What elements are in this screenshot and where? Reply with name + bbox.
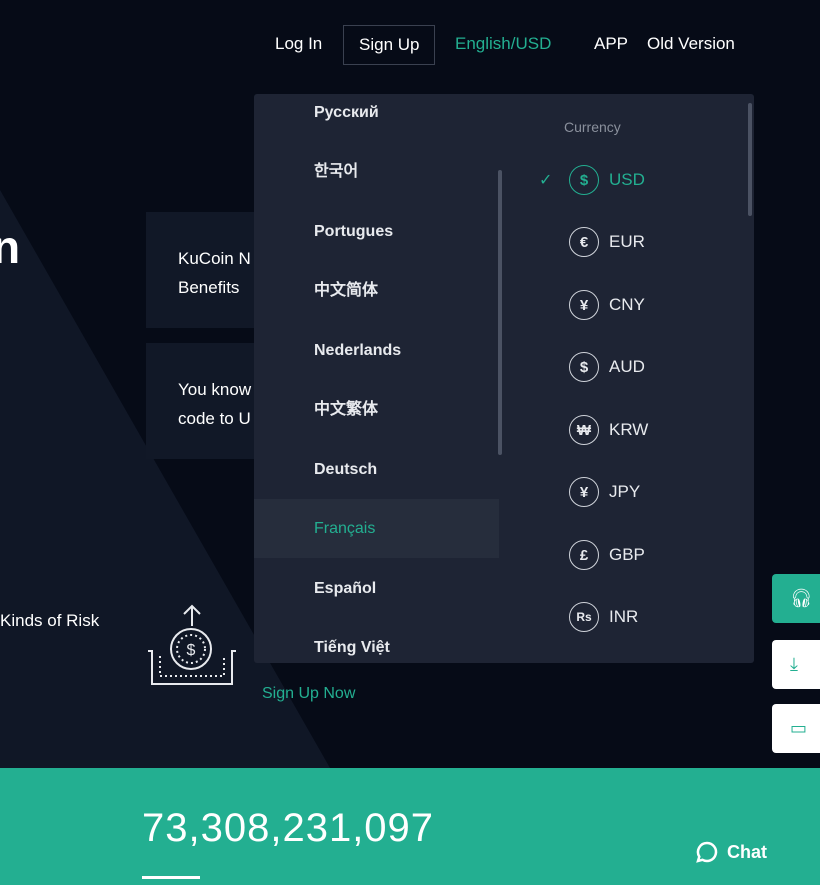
currency-symbol-icon: $ bbox=[569, 165, 599, 195]
currency-symbol-icon: ₩ bbox=[569, 415, 599, 445]
language-item[interactable]: Deutsch bbox=[254, 440, 499, 499]
language-item[interactable]: Русский bbox=[254, 94, 499, 142]
currency-item[interactable]: ¥ CNY bbox=[539, 285, 645, 325]
language-item[interactable]: Español bbox=[254, 559, 499, 618]
chat-button[interactable]: Chat bbox=[695, 840, 767, 864]
currency-symbol-icon: ¥ bbox=[569, 290, 599, 320]
language-item[interactable]: 한국어 bbox=[254, 142, 499, 201]
chat-label: Chat bbox=[727, 841, 767, 862]
message-button[interactable]: ▭ bbox=[772, 704, 820, 753]
language-item[interactable]: Portugues bbox=[254, 202, 499, 261]
currency-code: JPY bbox=[609, 482, 641, 501]
currency-code: CNY bbox=[609, 295, 645, 314]
language-item[interactable]: 中文繁体 bbox=[254, 380, 499, 439]
language-currency-dropdown: Русский 한국어 Portugues 中文简体 Nederlands 中文… bbox=[254, 94, 754, 663]
app-link[interactable]: APP bbox=[594, 34, 628, 54]
currency-code: USD bbox=[609, 170, 645, 189]
sign-up-now-link[interactable]: Sign Up Now bbox=[262, 685, 355, 703]
svg-text:$: $ bbox=[187, 642, 196, 659]
stats-band: 73,308,231,097 Chat bbox=[0, 768, 820, 885]
currency-symbol-icon: € bbox=[569, 227, 599, 257]
currency-symbol-icon: £ bbox=[569, 540, 599, 570]
currency-item-selected[interactable]: ✓ $ USD bbox=[539, 160, 645, 200]
language-item[interactable]: 中文简体 bbox=[254, 261, 499, 320]
currency-code: GBP bbox=[609, 545, 645, 564]
message-icon: ▭ bbox=[790, 718, 808, 738]
language-list: Русский 한국어 Portugues 中文简体 Nederlands 中文… bbox=[254, 94, 499, 663]
currency-symbol-icon: Rs bbox=[569, 602, 599, 632]
currency-item[interactable]: ₩ KRW bbox=[539, 410, 648, 450]
deposit-icon: $ bbox=[148, 604, 236, 685]
download-icon: ⤓ bbox=[790, 654, 798, 674]
currency-code: INR bbox=[609, 607, 639, 626]
currency-item[interactable]: Rs INR bbox=[539, 597, 638, 637]
old-version-link[interactable]: Old Version bbox=[647, 34, 735, 54]
risk-text: Kinds of Risk bbox=[0, 611, 100, 630]
currency-header: Currency bbox=[564, 119, 621, 135]
download-button[interactable]: ⤓ bbox=[772, 640, 820, 689]
currency-item[interactable]: £ GBP bbox=[539, 535, 645, 575]
stats-value: 73,308,231,097 bbox=[142, 806, 435, 850]
currency-symbol-icon: ¥ bbox=[569, 477, 599, 507]
currency-item[interactable]: € EUR bbox=[539, 222, 645, 262]
currency-symbol-icon: $ bbox=[569, 352, 599, 382]
check-icon: ✓ bbox=[539, 172, 553, 189]
support-button[interactable]: 🎧︎ bbox=[772, 574, 820, 623]
currency-code: AUD bbox=[609, 357, 645, 376]
currency-scrollbar[interactable] bbox=[748, 103, 752, 216]
currency-item[interactable]: $ AUD bbox=[539, 347, 645, 387]
language-item[interactable]: Tiếng Việt bbox=[254, 618, 499, 663]
login-link[interactable]: Log In bbox=[275, 34, 322, 54]
language-item-selected[interactable]: Français bbox=[254, 499, 499, 558]
headset-icon: 🎧︎ bbox=[790, 588, 813, 608]
hero-title: n bbox=[0, 221, 21, 273]
stats-underline bbox=[142, 876, 200, 879]
currency-code: EUR bbox=[609, 232, 645, 251]
language-item[interactable]: Nederlands bbox=[254, 321, 499, 380]
currency-item[interactable]: ¥ JPY bbox=[539, 472, 640, 512]
chat-bubble-icon bbox=[696, 841, 718, 863]
language-currency-selector[interactable]: English/USD bbox=[455, 34, 551, 54]
language-scrollbar[interactable] bbox=[498, 170, 502, 455]
currency-code: KRW bbox=[609, 420, 649, 439]
signup-button[interactable]: Sign Up bbox=[343, 25, 436, 65]
